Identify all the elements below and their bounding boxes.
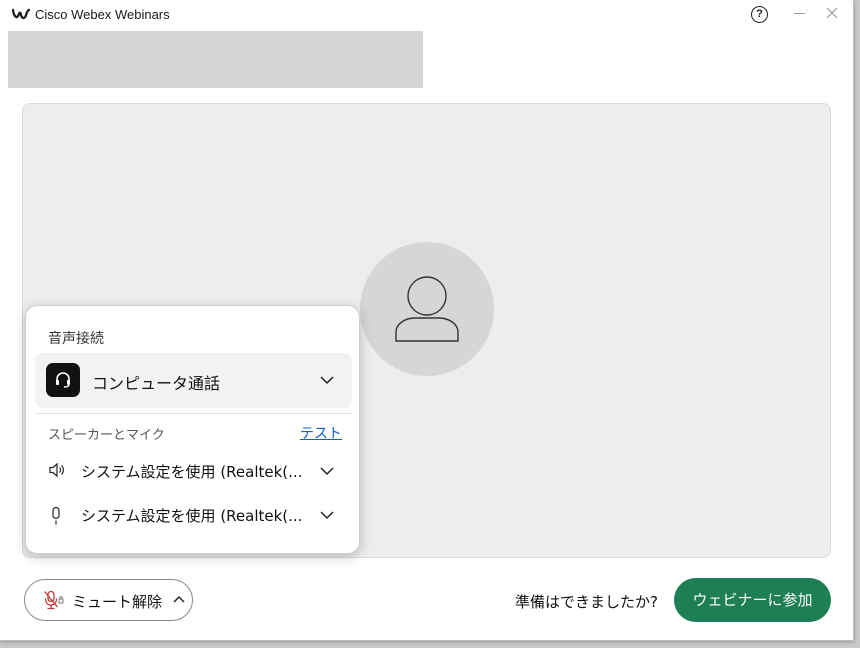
speaker-device-label: システム設定を使用 (Realtek(... — [81, 463, 303, 481]
muted-microphone-icon — [44, 590, 64, 610]
app-title: Cisco Webex Webinars — [35, 7, 170, 22]
headset-icon — [46, 363, 80, 397]
audio-connection-dropdown[interactable]: コンピュータ通話 — [35, 353, 352, 408]
chevron-down-icon — [320, 376, 334, 385]
close-icon[interactable] — [826, 7, 838, 19]
title-bar: Cisco Webex Webinars ? — [0, 0, 853, 30]
popup-title: 音声接続 — [48, 331, 104, 347]
audio-connection-popup: 音声接続 コンピュータ通話 スピーカーとマイク テスト システム設定を使用 (R… — [25, 305, 360, 554]
chevron-down-icon — [320, 511, 334, 520]
redacted-banner — [8, 31, 423, 88]
webex-logo-icon — [12, 8, 30, 20]
microphone-device-label: システム設定を使用 (Realtek(... — [81, 507, 303, 525]
speaker-icon — [49, 462, 64, 478]
microphone-select[interactable]: システム設定を使用 (Realtek(... — [26, 500, 361, 530]
help-button[interactable]: ? — [751, 6, 768, 23]
test-audio-link[interactable]: テスト — [300, 423, 342, 443]
speaker-mic-heading: スピーカーとマイク — [48, 428, 165, 443]
join-webinar-button[interactable]: ウェビナーに参加 — [674, 578, 831, 622]
person-icon — [395, 276, 459, 342]
avatar — [360, 242, 494, 376]
ready-prompt: 準備はできましたか? — [515, 593, 658, 611]
audio-connection-label: コンピュータ通話 — [92, 374, 221, 393]
microphone-icon — [52, 506, 60, 525]
divider — [35, 413, 352, 414]
unmute-label: ミュート解除 — [72, 593, 163, 611]
minimize-button[interactable] — [794, 13, 805, 14]
unmute-button[interactable]: ミュート解除 — [24, 579, 193, 621]
chevron-up-icon[interactable] — [173, 595, 185, 603]
webex-window: Cisco Webex Webinars ? 音声接続 コンピュータ通話 スピー… — [0, 0, 854, 641]
chevron-down-icon — [320, 467, 334, 476]
speaker-select[interactable]: システム設定を使用 (Realtek(... — [26, 456, 361, 486]
